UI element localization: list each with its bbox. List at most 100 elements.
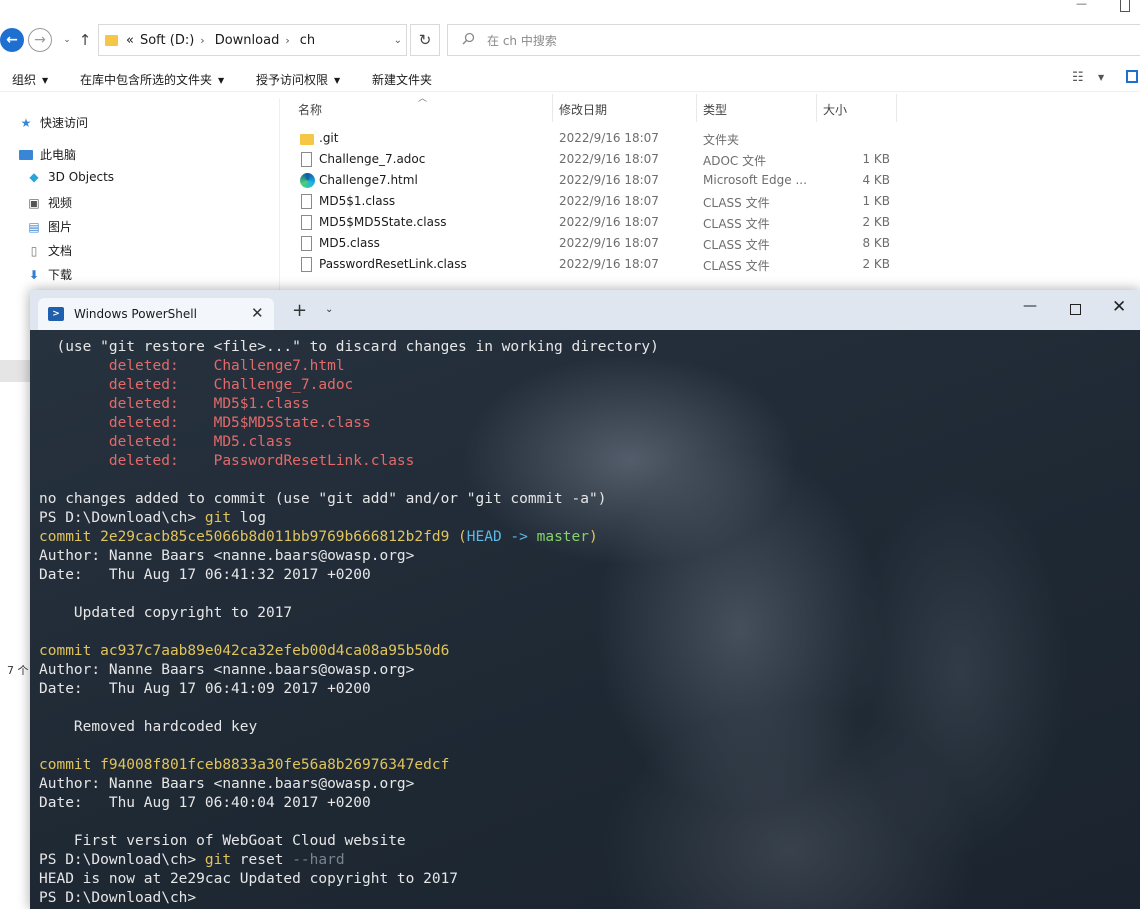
new-folder-button[interactable]: 新建文件夹 [372,71,432,88]
back-button[interactable]: ← [0,28,24,52]
terminal-line: First version of WebGoat Cloud website [39,832,659,851]
terminal-text-segment: deleted: PasswordResetLink.class [108,453,415,469]
breadcrumb-download[interactable]: Download [215,33,280,48]
file-name: .git [319,131,339,145]
file-row[interactable]: MD5$MD5State.class 2022/9/16 18:07 CLASS… [296,212,896,233]
share-with-menu[interactable]: 授予访问权限 ▼ [256,71,340,88]
recent-locations-button[interactable]: ⌄ [60,28,74,52]
explorer-minimize-button[interactable]: — [1076,0,1087,12]
terminal-line: commit 2e29cacb85ce5066b8d011bb9769b6668… [39,528,659,547]
include-in-library-menu[interactable]: 在库中包含所选的文件夹 ▼ [80,71,224,88]
file-date: 2022/9/16 18:07 [559,131,659,145]
nav-this-pc[interactable]: 此电脑 [18,146,76,163]
column-header-name[interactable]: 名称 [298,101,322,118]
terminal-line: HEAD is now at 2e29cac Updated copyright… [39,870,659,889]
column-divider[interactable] [696,94,697,122]
refresh-button[interactable]: ↻ [410,24,440,56]
file-row[interactable]: Challenge_7.adoc 2022/9/16 18:07 ADOC 文件… [296,149,896,170]
file-type: ADOC 文件 [703,154,767,168]
nav-videos[interactable]: ▣ 视频 [26,194,72,211]
nav-label: 文档 [48,244,73,258]
nav-pictures[interactable]: ▤ 图片 [26,218,72,235]
download-icon: ⬇ [28,267,40,282]
terminal-text-segment: Author: Nanne Baars <nanne.baars@owasp.o… [39,662,415,678]
maximize-button[interactable] [1070,304,1081,315]
nav-3d-objects[interactable]: ◆ 3D Objects [26,170,114,184]
terminal-text-segment: git [204,852,232,868]
chevron-down-icon[interactable]: ⌄ [394,35,402,46]
sort-ascending-icon: ︿ [418,94,428,104]
terminal-text-segment: Updated copyright to 2017 [39,605,293,621]
up-button[interactable]: ↑ [76,28,94,52]
nav-label: 图片 [48,220,73,234]
powershell-window[interactable]: > Windows PowerShell ✕ + ⌄ — ✕ (use "git… [30,290,1140,909]
column-header-type[interactable]: 类型 [703,101,727,118]
nav-label: 下载 [48,268,73,282]
tab-powershell[interactable]: > Windows PowerShell ✕ [38,298,274,330]
column-header-date[interactable]: 修改日期 [559,101,607,118]
terminal-line: deleted: Challenge7.html [39,357,659,376]
file-row[interactable]: .git 2022/9/16 18:07 文件夹 [296,128,896,149]
chevron-right-icon[interactable]: › [285,34,289,47]
close-tab-icon[interactable]: ✕ [251,304,264,322]
terminal-text-segment: master [536,529,589,545]
folder-icon [300,134,314,145]
terminal-line: Author: Nanne Baars <nanne.baars@owasp.o… [39,661,659,680]
column-divider[interactable] [896,94,897,122]
terminal-text-segment: Author: Nanne Baars <nanne.baars@owasp.o… [39,548,415,564]
breadcrumb-ch[interactable]: ch [300,33,315,48]
breadcrumb-drive[interactable]: Soft (D:) [140,33,194,48]
status-item-count: 7 个 [7,664,29,677]
file-row[interactable]: Challenge7.html 2022/9/16 18:07 Microsof… [296,170,896,191]
chevron-down-icon[interactable]: ⌄ [325,304,333,315]
new-tab-button[interactable]: + [292,302,307,320]
search-input[interactable]: 在 ch 中搜索 [447,24,1140,56]
view-options-icon[interactable]: ☷ [1072,70,1084,85]
terminal-text-segment: git [204,510,232,526]
organize-menu[interactable]: 组织 ▼ [12,71,48,88]
explorer-maximize-button[interactable] [1120,0,1130,12]
terminal-line: PS D:\Download\ch> git log [39,509,659,528]
caret-down-icon[interactable]: ▼ [1098,73,1104,82]
file-row[interactable]: MD5$1.class 2022/9/16 18:07 CLASS 文件 1 K… [296,191,896,212]
nav-documents[interactable]: ▯ 文档 [26,242,72,259]
nav-label: 3D Objects [48,170,115,184]
nav-selected-item-highlight [0,360,30,382]
terminal-text-segment: HEAD -> [466,529,537,545]
breadcrumb-overflow[interactable]: « [126,33,134,48]
nav-quick-access[interactable]: ★ 快速访问 [18,114,88,131]
nav-downloads[interactable]: ⬇ 下载 [26,266,72,283]
close-window-button[interactable]: ✕ [1112,297,1126,317]
terminal-line: deleted: MD5$MD5State.class [39,414,659,433]
terminal-output[interactable]: (use "git restore <file>..." to discard … [39,338,659,908]
search-placeholder: 在 ch 中搜索 [487,33,557,48]
preview-pane-icon[interactable] [1126,70,1138,83]
file-size: 1 KB [862,152,890,166]
column-divider[interactable] [552,94,553,122]
terminal-text-segment: ) [589,529,598,545]
arrow-up-icon: ↑ [78,31,92,49]
chevron-down-icon: ⌄ [63,35,71,45]
video-icon: ▣ [28,195,40,210]
forward-button[interactable]: → [28,28,52,52]
address-field[interactable]: « Soft (D:) › Download › ch ⌄ [98,24,407,56]
file-name: MD5$MD5State.class [319,215,447,229]
terminal-text-segment: no changes added to commit (use "git add… [39,491,607,507]
file-row[interactable]: MD5.class 2022/9/16 18:07 CLASS 文件 8 KB [296,233,896,254]
column-divider[interactable] [816,94,817,122]
minimize-button[interactable]: — [1023,298,1037,314]
folder-icon [105,34,118,46]
file-row[interactable]: PasswordResetLink.class 2022/9/16 18:07 … [296,254,896,275]
column-header-size[interactable]: 大小 [823,101,847,118]
terminal-title-bar[interactable]: > Windows PowerShell ✕ + ⌄ — ✕ [30,290,1140,330]
chevron-right-icon[interactable]: › [200,34,204,47]
file-type: Microsoft Edge ... [703,173,807,187]
terminal-text-segment: commit ac937c7aab89e042ca32efeb00d4ca08a… [39,643,450,659]
file-type: 文件夹 [703,133,740,147]
